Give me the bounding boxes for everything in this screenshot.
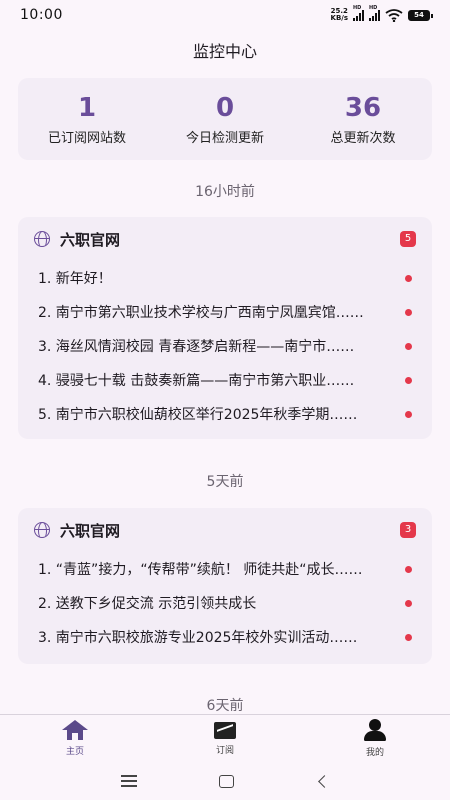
list-item[interactable]: 1. 新年好！ bbox=[32, 261, 418, 295]
site-name: 六职官网 bbox=[60, 230, 121, 249]
home-square-icon[interactable] bbox=[219, 774, 234, 788]
nav-item-profile[interactable]: 我的 bbox=[320, 719, 430, 758]
unread-dot bbox=[405, 275, 412, 282]
stat-label: 总更新次数 bbox=[330, 130, 396, 146]
signal-icon: HD bbox=[353, 5, 364, 21]
status-icons: 25.2 KB/s HD HD 54 bbox=[330, 5, 433, 22]
time-header: 6天前 bbox=[206, 698, 244, 714]
bottom-nav: 主页 订阅 我的 bbox=[0, 714, 450, 762]
page-title: 监控中心 bbox=[192, 42, 257, 61]
unread-dot bbox=[405, 600, 412, 607]
time-header: 5天前 bbox=[206, 474, 244, 490]
unread-dot bbox=[405, 343, 412, 350]
stat-subscribed-sites: 1 已订阅网站数 bbox=[22, 93, 152, 146]
item-title: 3. 南宁市六职校旅游专业2025年校外实训活动…… bbox=[38, 630, 358, 646]
item-title: 5. 南宁市六职校仙葫校区举行2025年秋季学期…… bbox=[38, 407, 358, 423]
chart-icon bbox=[214, 721, 236, 739]
stat-value: 1 bbox=[77, 92, 97, 123]
system-nav-bar bbox=[0, 762, 450, 800]
network-speed: 25.2 KB/s bbox=[330, 7, 348, 22]
unread-dot bbox=[405, 377, 412, 384]
nav-item-home[interactable]: 主页 bbox=[20, 720, 130, 757]
battery-icon: 54 bbox=[408, 9, 433, 21]
count-badge: 5 bbox=[400, 231, 416, 247]
site-name: 六职官网 bbox=[60, 521, 121, 540]
nav-item-subscriptions[interactable]: 订阅 bbox=[170, 721, 280, 756]
update-group-card[interactable]: 六职官网 3 1. “青蓝”接力，“传帮带”续航！ 师徒共赴“成长…… 2. 送… bbox=[18, 508, 432, 664]
stat-value: 0 bbox=[215, 92, 235, 123]
item-title: 1. “青蓝”接力，“传帮带”续航！ 师徒共赴“成长…… bbox=[38, 562, 363, 578]
list-item[interactable]: 4. 骎骎七十载 击鼓奏新篇——南宁市第六职业…… bbox=[32, 363, 418, 397]
signal-icon-2: HD bbox=[369, 5, 380, 21]
list-item[interactable]: 2. 送教下乡促交流 示范引领共成长 bbox=[32, 586, 418, 620]
item-title: 3. 海丝风情润校园 青春逐梦启新程——南宁市…… bbox=[38, 339, 355, 355]
wifi-icon bbox=[385, 8, 403, 22]
stat-label: 已订阅网站数 bbox=[47, 130, 126, 146]
nav-label: 订阅 bbox=[215, 745, 234, 756]
unread-dot bbox=[405, 309, 412, 316]
nav-label: 我的 bbox=[365, 748, 384, 758]
item-title: 4. 骎骎七十载 击鼓奏新篇——南宁市第六职业…… bbox=[38, 373, 355, 389]
home-icon bbox=[62, 720, 88, 740]
count-badge: 3 bbox=[400, 522, 416, 538]
user-icon bbox=[364, 719, 386, 741]
group-header[interactable]: 六职官网 5 bbox=[32, 217, 418, 261]
group-header[interactable]: 六职官网 3 bbox=[32, 508, 418, 552]
time-header: 16小时前 bbox=[195, 184, 255, 200]
unread-dot bbox=[405, 566, 412, 573]
status-bar: 10:00 25.2 KB/s HD HD 54 bbox=[0, 0, 450, 30]
stat-label: 今日检测更新 bbox=[185, 130, 264, 146]
unread-dot bbox=[405, 411, 412, 418]
status-time: 10:00 bbox=[20, 7, 63, 23]
globe-icon bbox=[34, 522, 50, 538]
item-title: 2. 南宁市第六职业技术学校与广西南宁凤凰宾馆…… bbox=[38, 305, 364, 321]
back-icon[interactable] bbox=[318, 774, 331, 788]
menu-icon[interactable] bbox=[121, 775, 137, 787]
stat-today-updates: 0 今日检测更新 bbox=[160, 93, 290, 146]
list-item[interactable]: 3. 南宁市六职校旅游专业2025年校外实训活动…… bbox=[32, 620, 418, 654]
stat-total-updates: 36 总更新次数 bbox=[298, 93, 428, 146]
stat-value: 36 bbox=[344, 92, 382, 123]
globe-icon bbox=[34, 231, 50, 247]
list-item[interactable]: 5. 南宁市六职校仙葫校区举行2025年秋季学期…… bbox=[32, 397, 418, 431]
list-item[interactable]: 1. “青蓝”接力，“传帮带”续航！ 师徒共赴“成长…… bbox=[32, 552, 418, 586]
list-item[interactable]: 3. 海丝风情润校园 青春逐梦启新程——南宁市…… bbox=[32, 329, 418, 363]
item-title: 1. 新年好！ bbox=[38, 271, 112, 287]
stats-card: 1 已订阅网站数 0 今日检测更新 36 总更新次数 bbox=[18, 78, 432, 160]
item-title: 2. 送教下乡促交流 示范引领共成长 bbox=[38, 596, 257, 612]
update-group-card[interactable]: 六职官网 5 1. 新年好！ 2. 南宁市第六职业技术学校与广西南宁凤凰宾馆……… bbox=[18, 217, 432, 439]
nav-label: 主页 bbox=[65, 747, 84, 757]
list-item[interactable]: 2. 南宁市第六职业技术学校与广西南宁凤凰宾馆…… bbox=[32, 295, 418, 329]
unread-dot bbox=[405, 634, 412, 641]
